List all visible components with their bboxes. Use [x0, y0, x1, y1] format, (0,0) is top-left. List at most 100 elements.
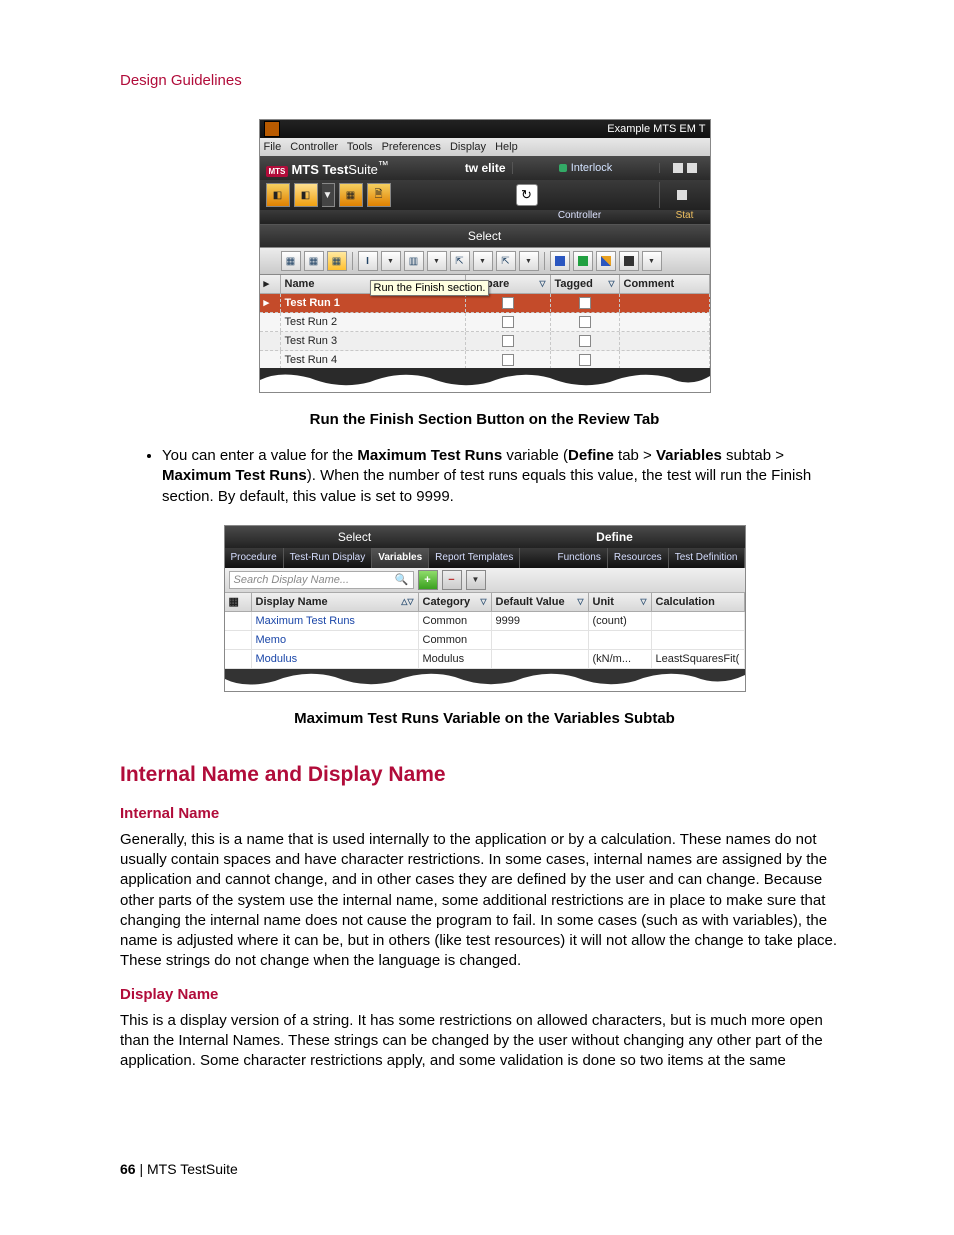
filter-icon[interactable]: ▽ — [539, 275, 545, 293]
search-input[interactable]: Search Display Name... 🔍 — [229, 571, 414, 589]
brand-elite: tw elite — [465, 161, 506, 175]
app-icon — [264, 121, 280, 137]
chevron-down-icon[interactable] — [473, 251, 493, 271]
run-finish-section-button[interactable]: ▦ — [327, 251, 347, 271]
select-toolbar: ▦ ▦ ▦ I ▥ ⇱ ⇱ — [260, 247, 710, 275]
subtab-test-definition[interactable]: Test Definition — [669, 548, 745, 568]
sort-filter-icon[interactable]: △▽ — [401, 593, 413, 611]
col-header-name[interactable]: Name — [285, 275, 315, 293]
table-row[interactable]: Test Run 3 — [260, 332, 710, 351]
brand-row: MTS MTS TestSuite™ tw elite Interlock — [260, 156, 710, 180]
menu-controller[interactable]: Controller — [290, 141, 338, 153]
col-display-name[interactable]: Display Name — [256, 593, 328, 611]
table-row[interactable]: ▸ Test Run 1 — [260, 294, 710, 313]
checkbox[interactable] — [502, 316, 514, 328]
filter-icon[interactable]: ▽ — [640, 593, 646, 611]
color-swatch[interactable] — [619, 251, 639, 271]
toolbar-button-icon[interactable]: ◧ — [266, 183, 290, 207]
tooltip: Run the Finish section. — [370, 280, 490, 296]
status-box-icon[interactable] — [677, 190, 687, 200]
checkbox[interactable] — [502, 297, 514, 309]
toolbar-dropdown-icon[interactable]: ▼ — [322, 183, 335, 207]
toolbar-button-icon[interactable]: 🗎 — [367, 183, 391, 207]
checkbox[interactable] — [502, 335, 514, 347]
color-swatch[interactable] — [573, 251, 593, 271]
chevron-down-icon[interactable] — [642, 251, 662, 271]
table-row[interactable]: Maximum Test Runs Common 9999 (count) — [225, 612, 745, 631]
col-unit[interactable]: Unit — [593, 593, 614, 611]
search-toolbar: Search Display Name... 🔍 + − ▼ — [225, 568, 745, 593]
top-tab-bar: Select Define — [225, 526, 745, 548]
chevron-down-icon[interactable] — [519, 251, 539, 271]
table-row[interactable]: Modulus Modulus (kN/m... LeastSquaresFit… — [225, 650, 745, 669]
subheading-internal-name: Internal Name — [120, 805, 849, 822]
label-row: Controller Stat — [260, 210, 710, 224]
export-icon[interactable]: ⇱ — [450, 251, 470, 271]
main-toolbar: ◧ ◧ ▼ ▦ 🗎 ↻ — [260, 180, 710, 210]
window-title: Example MTS EM T — [607, 120, 705, 138]
grid-icon[interactable]: ▦ — [281, 251, 301, 271]
dropdown-button[interactable]: ▼ — [466, 570, 486, 590]
torn-edge — [260, 368, 710, 392]
checkbox[interactable] — [579, 297, 591, 309]
interlock-indicator[interactable]: Interlock — [512, 162, 659, 174]
checkbox[interactable] — [579, 316, 591, 328]
add-button[interactable]: + — [418, 570, 438, 590]
column-icon[interactable]: ▥ — [404, 251, 424, 271]
status-label: Stat — [660, 210, 710, 224]
checkbox[interactable] — [579, 354, 591, 366]
subtab-test-run-display[interactable]: Test-Run Display — [284, 548, 373, 568]
figure-variables-subtab: Select Define Procedure Test-Run Display… — [224, 525, 746, 692]
search-icon[interactable]: 🔍 — [395, 572, 409, 588]
tab-select[interactable]: Select — [260, 224, 710, 247]
subtab-procedure[interactable]: Procedure — [225, 548, 284, 568]
tab-define[interactable]: Define — [485, 526, 745, 548]
delete-button[interactable]: − — [442, 570, 462, 590]
color-swatch[interactable] — [596, 251, 616, 271]
table-row[interactable]: Memo Common — [225, 631, 745, 650]
paragraph-internal-name: Generally, this is a name that is used i… — [120, 830, 849, 972]
brand-logo: MTS — [266, 166, 289, 177]
col-header-comment[interactable]: Comment — [624, 275, 675, 293]
table-row[interactable]: Test Run 2 — [260, 313, 710, 332]
filter-icon[interactable]: ▽ — [608, 275, 614, 293]
tab-select[interactable]: Select — [225, 526, 485, 548]
color-swatch[interactable] — [550, 251, 570, 271]
status-box-icon[interactable] — [687, 163, 697, 173]
subheading-display-name: Display Name — [120, 986, 849, 1003]
subtab-resources[interactable]: Resources — [608, 548, 669, 568]
col-calculation[interactable]: Calculation — [656, 593, 715, 611]
export-icon[interactable]: ⇱ — [496, 251, 516, 271]
col-header-tagged[interactable]: Tagged — [555, 275, 593, 293]
window-titlebar: Example MTS EM T — [260, 120, 710, 138]
menu-display[interactable]: Display — [450, 141, 486, 153]
subtab-report-templates[interactable]: Report Templates — [429, 548, 520, 568]
filter-icon[interactable]: ▽ — [480, 593, 486, 611]
section-heading: Internal Name and Display Name — [120, 763, 849, 787]
filter-icon[interactable]: ▽ — [577, 593, 583, 611]
subtab-variables[interactable]: Variables — [372, 548, 429, 568]
menu-bar[interactable]: File Controller Tools Preferences Displa… — [260, 138, 710, 156]
subtab-functions[interactable]: Functions — [552, 548, 608, 568]
menu-help[interactable]: Help — [495, 141, 518, 153]
menu-file[interactable]: File — [264, 141, 282, 153]
controller-reset-icon[interactable]: ↻ — [516, 184, 538, 206]
toolbar-button-icon[interactable]: ▦ — [339, 183, 363, 207]
status-box-icon[interactable] — [673, 163, 683, 173]
checkbox[interactable] — [502, 354, 514, 366]
page-header: Design Guidelines — [120, 72, 849, 89]
variables-table-header: ▦ Display Name△▽ Category▽ Default Value… — [225, 593, 745, 612]
menu-preferences[interactable]: Preferences — [382, 141, 441, 153]
i-icon[interactable]: I — [358, 251, 378, 271]
checkbox[interactable] — [579, 335, 591, 347]
toolbar-button-icon[interactable]: ◧ — [294, 183, 318, 207]
controller-label: Controller — [500, 210, 660, 224]
grid-icon[interactable]: ▦ — [304, 251, 324, 271]
col-category[interactable]: Category — [423, 593, 471, 611]
chevron-down-icon[interactable] — [427, 251, 447, 271]
menu-tools[interactable]: Tools — [347, 141, 373, 153]
page-footer: 66 | MTS TestSuite — [120, 1161, 238, 1177]
bullet-item: You can enter a value for the Maximum Te… — [162, 446, 849, 507]
col-default-value[interactable]: Default Value — [496, 593, 565, 611]
chevron-down-icon[interactable] — [381, 251, 401, 271]
